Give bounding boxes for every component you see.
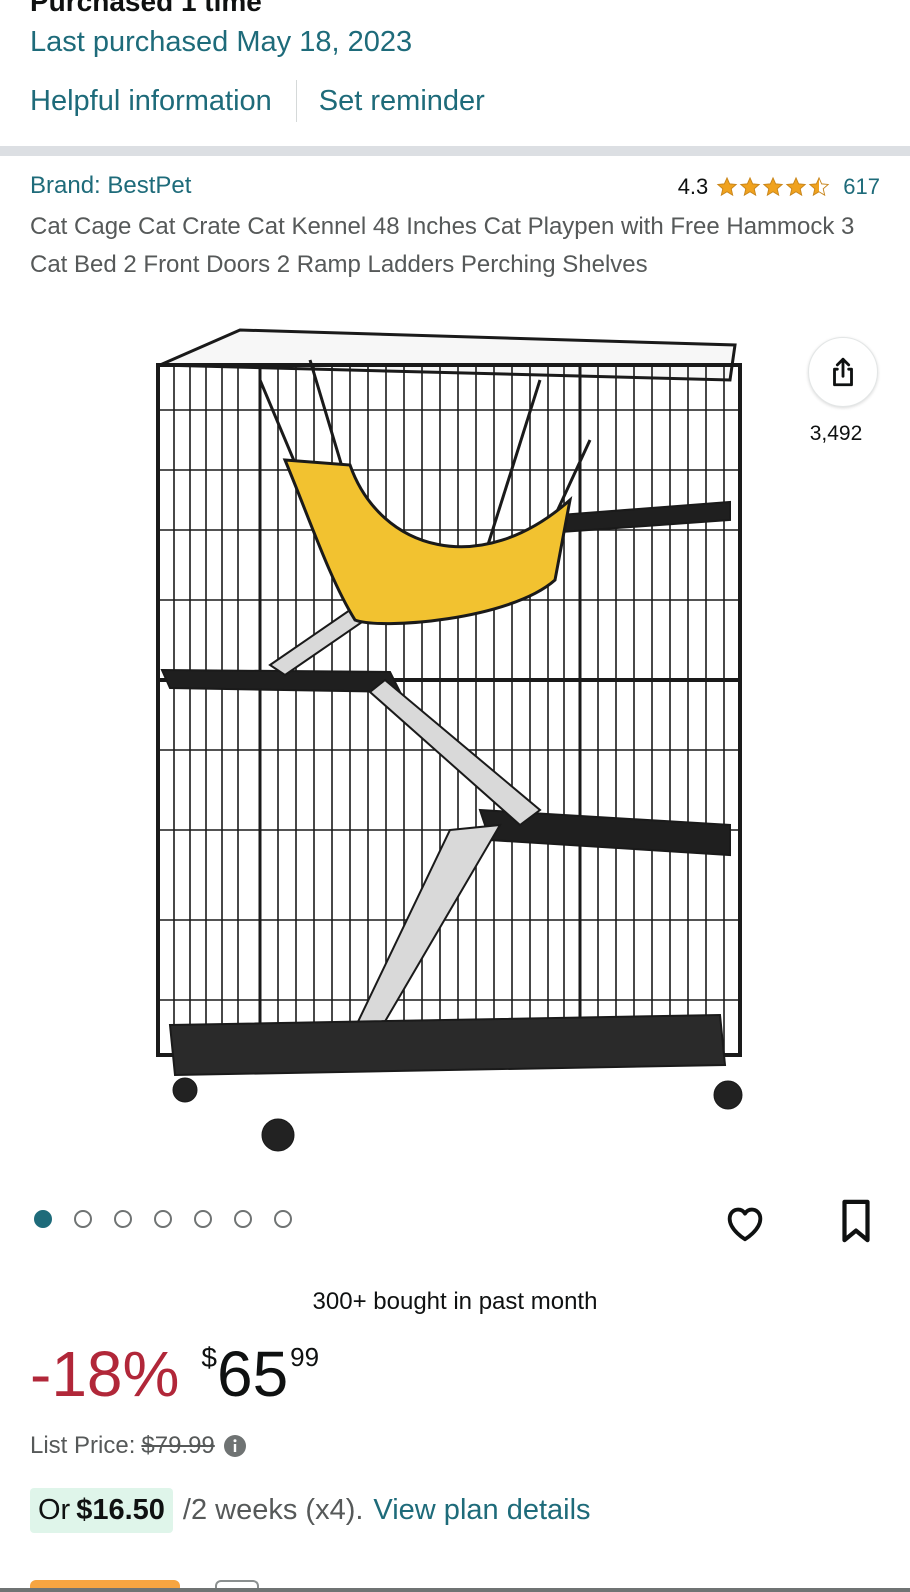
helpful-information-link[interactable]: Helpful information xyxy=(30,85,272,118)
bought-in-past-month: 300+ bought in past month xyxy=(312,1288,598,1315)
image-carousel-indicator[interactable] xyxy=(34,1210,314,1228)
share-button[interactable] xyxy=(808,337,878,407)
star-icon xyxy=(739,176,761,197)
discount-percentage: -18% xyxy=(30,1338,180,1410)
heart-icon[interactable] xyxy=(722,1200,768,1246)
star-icon xyxy=(716,176,738,197)
star-icon xyxy=(785,176,807,197)
section-divider xyxy=(0,146,910,156)
carousel-dot[interactable] xyxy=(194,1210,212,1228)
list-price-value: $79.99 xyxy=(141,1432,215,1459)
last-purchased-link[interactable]: Last purchased May 18, 2023 xyxy=(30,26,412,59)
star-icon xyxy=(762,176,784,197)
product-title: Cat Cage Cat Crate Cat Kennel 48 Inches … xyxy=(30,213,855,278)
info-icon[interactable] xyxy=(223,1434,247,1458)
carousel-dot[interactable] xyxy=(234,1210,252,1228)
divider xyxy=(295,80,297,122)
share-icon xyxy=(833,357,853,387)
price-whole: 65 xyxy=(216,1338,289,1410)
list-price: List Price: $79.99 xyxy=(30,1432,247,1460)
price-fraction: 99 xyxy=(290,1342,320,1372)
list-price-label: List Price: xyxy=(30,1432,136,1459)
bottom-action-bar-partial xyxy=(0,1580,910,1592)
carousel-dot[interactable] xyxy=(154,1210,172,1228)
price-block: -18% $ 65 99 xyxy=(30,1338,319,1410)
rating-value: 4.3 xyxy=(677,174,709,199)
rating-summary[interactable]: 4.3 617 xyxy=(678,174,880,200)
installment-or: Or xyxy=(38,1494,71,1526)
share-count: 3,492 xyxy=(809,422,863,445)
carousel-dot[interactable] xyxy=(34,1210,52,1228)
review-count[interactable]: 617 xyxy=(843,174,880,200)
bottom-edge xyxy=(0,1588,910,1592)
product-image[interactable] xyxy=(150,320,760,1170)
purchase-links: Helpful information Set reminder xyxy=(30,80,485,122)
carousel-dot[interactable] xyxy=(114,1210,132,1228)
star-rating xyxy=(716,176,831,198)
brand-link[interactable]: Brand: BestPet xyxy=(30,172,191,200)
carousel-dot[interactable] xyxy=(274,1210,292,1228)
set-reminder-link[interactable]: Set reminder xyxy=(319,85,485,118)
installment-terms: /2 weeks (x4). xyxy=(182,1494,364,1526)
installment-badge: Or $16.50 xyxy=(30,1488,173,1533)
bookmark-icon[interactable] xyxy=(838,1198,874,1244)
installment-plan: Or $16.50 /2 weeks (x4). View plan detail… xyxy=(30,1488,591,1533)
installment-amount: $16.50 xyxy=(76,1494,165,1526)
star-half-icon xyxy=(808,176,830,197)
price-currency: $ xyxy=(201,1342,217,1373)
purchase-count: Purchased 1 time xyxy=(30,0,262,17)
carousel-dot[interactable] xyxy=(74,1210,92,1228)
view-plan-details-link[interactable]: View plan details xyxy=(373,1494,590,1527)
